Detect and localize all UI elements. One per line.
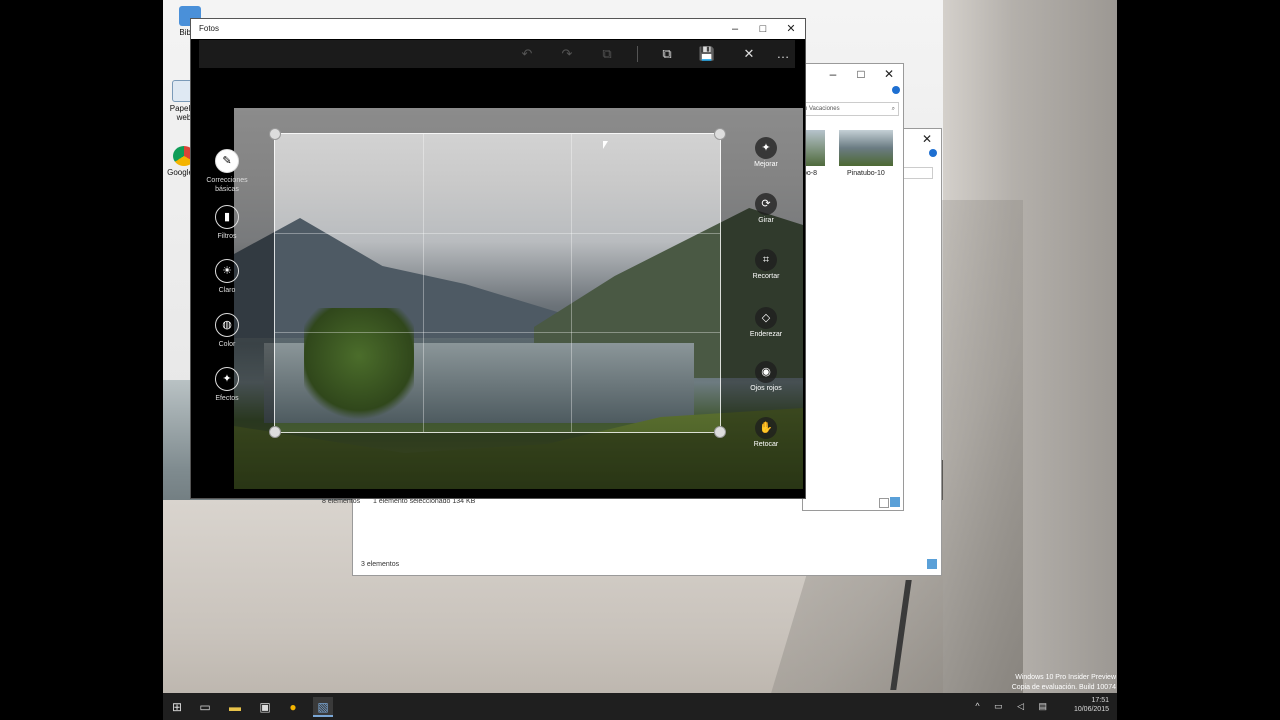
crop-grid-line xyxy=(571,134,572,432)
tool-label: Filtros xyxy=(217,233,237,240)
photos-window[interactable]: Fotos – □ ✕ ↶ ↷ ⧉ ⧉ 💾 ✕ … ✎ Correcciones… xyxy=(190,18,806,499)
task-view-icon[interactable]: ▭ xyxy=(195,697,215,717)
view-details-icon[interactable] xyxy=(879,498,889,508)
crop-handle-top-left[interactable] xyxy=(269,128,281,140)
tool-label: Claro xyxy=(218,287,236,294)
start-windows-icon[interactable]: ⊞ xyxy=(167,697,187,717)
crop-grid-line xyxy=(275,233,720,234)
eye-icon: ◉ xyxy=(755,361,777,383)
search-icon: ⌕ xyxy=(891,106,895,112)
window-controls: – □ ✕ xyxy=(819,64,903,84)
store-icon[interactable]: ▣ xyxy=(255,697,275,717)
close-icon[interactable]: ✕ xyxy=(913,132,941,146)
help-icon[interactable] xyxy=(892,86,900,94)
maximize-button[interactable]: □ xyxy=(749,19,777,39)
window-title: Fotos xyxy=(199,24,220,33)
crop-handle-bottom-left[interactable] xyxy=(269,426,281,438)
magic-wand-icon: ✦ xyxy=(755,137,777,159)
search-input[interactable]: n Vacaciones ⌕ xyxy=(803,102,899,116)
tool-label: Efectos xyxy=(215,395,239,402)
tool-label: Retocar xyxy=(753,441,779,448)
command-bar: ↶ ↷ ⧉ ⧉ 💾 ✕ … xyxy=(199,40,795,68)
redo-icon[interactable]: ↷ xyxy=(557,44,577,64)
close-button[interactable]: ✕ xyxy=(777,19,805,39)
status-item-count: 3 elementos xyxy=(361,561,400,568)
save-copy-icon[interactable]: ⧉ xyxy=(657,44,677,64)
crop-icon: ⌗ xyxy=(755,249,777,271)
chrome-icon[interactable]: ● xyxy=(283,697,303,717)
straighten-icon: ◇ xyxy=(755,307,777,329)
mouse-cursor-icon xyxy=(603,141,608,149)
view-thumbnails-icon[interactable] xyxy=(927,559,937,569)
tool-retouch[interactable]: ✋ Retocar xyxy=(736,417,796,448)
taskbar: ⊞ ▭ ▬ ▣ ● ▧ ^ ▭ ◁ ▤ 17:51 10/06/2015 xyxy=(163,693,1117,720)
explorer-window-front[interactable]: – □ ✕ n Vacaciones ⌕ bo-8 Pinatubo-10 xyxy=(802,63,904,511)
tool-label: Correcciones básicas xyxy=(206,177,248,193)
crop-shade-bottom xyxy=(234,433,803,489)
window-controls: ✕ xyxy=(913,129,941,149)
tool-crop[interactable]: ⌗ Recortar xyxy=(736,249,796,280)
tool-label: Girar xyxy=(758,217,774,224)
tool-label: Recortar xyxy=(752,273,780,280)
tool-light[interactable]: ☀ Claro xyxy=(199,259,255,295)
filter-icon: ▮ xyxy=(215,205,239,229)
title-bar: Fotos – □ ✕ xyxy=(191,19,805,39)
os-watermark: Windows 10 Pro Insider Preview Copia de … xyxy=(1011,674,1116,691)
tool-rotate[interactable]: ⟳ Girar xyxy=(736,193,796,224)
maximize-icon[interactable]: □ xyxy=(847,67,875,81)
undo-icon[interactable]: ↶ xyxy=(517,44,537,64)
file-explorer-icon[interactable]: ▬ xyxy=(225,697,245,717)
close-icon[interactable]: ✕ xyxy=(875,67,903,81)
status-selection: 1 elemento seleccionado 134 KB xyxy=(373,498,476,505)
divider xyxy=(637,46,638,62)
help-icon[interactable] xyxy=(929,149,937,157)
sun-icon: ☀ xyxy=(215,259,239,283)
tool-label: Mejorar xyxy=(754,161,778,168)
hand-icon: ✋ xyxy=(755,417,777,439)
search-box[interactable] xyxy=(901,167,933,179)
clock[interactable]: 17:51 10/06/2015 xyxy=(1074,696,1109,714)
tool-enhance[interactable]: ✦ Mejorar xyxy=(736,137,796,168)
tool-label: Ojos rojos xyxy=(750,385,782,392)
tool-straighten[interactable]: ◇ Enderezar xyxy=(736,307,796,338)
palette-icon: ◍ xyxy=(215,313,239,337)
cancel-icon[interactable]: ✕ xyxy=(739,44,759,64)
wrench-icon: ✎ xyxy=(215,149,239,173)
thumbnail-label: Pinatubo-10 xyxy=(847,170,885,177)
photo-canvas[interactable] xyxy=(234,108,803,489)
thumbnail[interactable] xyxy=(803,130,825,166)
tool-label: Enderezar xyxy=(749,331,783,338)
view-thumbnails-icon[interactable] xyxy=(890,497,900,507)
photos-app-icon[interactable]: ▧ xyxy=(313,697,333,717)
crop-handle-top-right[interactable] xyxy=(714,128,726,140)
tool-red-eye[interactable]: ◉ Ojos rojos xyxy=(736,361,796,392)
tool-label: Color xyxy=(218,341,236,348)
crop-grid-line xyxy=(275,332,720,333)
more-options-icon[interactable]: … xyxy=(773,44,793,64)
save-icon[interactable]: 💾 xyxy=(697,44,717,64)
status-item-count: 8 elementos xyxy=(322,498,361,505)
compare-icon[interactable]: ⧉ xyxy=(597,44,617,64)
system-tray-icons[interactable]: ^ ▭ ◁ ▤ xyxy=(975,701,1053,712)
minimize-button[interactable]: – xyxy=(721,19,749,39)
minimize-icon[interactable]: – xyxy=(819,67,847,81)
crop-grid-line xyxy=(423,134,424,432)
effects-icon: ✦ xyxy=(215,367,239,391)
tool-effects[interactable]: ✦ Efectos xyxy=(199,367,255,403)
crop-frame[interactable] xyxy=(274,133,721,433)
tool-basic-fixes[interactable]: ✎ Correcciones básicas xyxy=(199,149,255,194)
thumbnail[interactable] xyxy=(839,130,893,166)
tool-filters[interactable]: ▮ Filtros xyxy=(199,205,255,241)
crop-handle-bottom-right[interactable] xyxy=(714,426,726,438)
tool-color[interactable]: ◍ Color xyxy=(199,313,255,349)
rotate-icon: ⟳ xyxy=(755,193,777,215)
